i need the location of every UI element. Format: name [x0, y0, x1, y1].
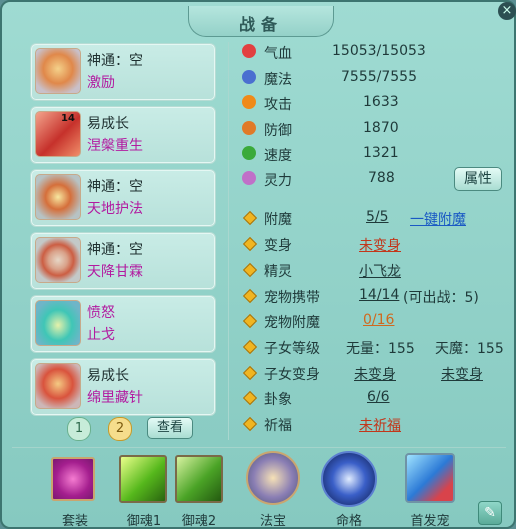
skill-card[interactable]: 神通：空 天地护法: [30, 169, 216, 227]
attributes-button[interactable]: 属性: [454, 167, 502, 191]
skill-line2: 止戈: [87, 327, 115, 343]
skill-card[interactable]: 神通：空 激励: [30, 43, 216, 101]
runner-icon[interactable]: [119, 455, 167, 503]
item-name: 祈福: [264, 418, 292, 434]
skill-card[interactable]: 愤怒 止戈: [30, 295, 216, 353]
diamond-icon: [242, 236, 258, 252]
item-name: 宠物携带: [264, 290, 320, 306]
skill-line1: 神通：空: [87, 53, 143, 69]
item-name: 附魔: [264, 212, 292, 228]
jade-ring-icon: [35, 300, 81, 346]
bottom-label: 首发宠: [410, 514, 450, 529]
divider: [12, 447, 506, 448]
divider: [228, 42, 229, 440]
item-value: 天魔：155: [435, 341, 504, 357]
equipment-panel: 战备 × 神通：空 激励 14 易成长 涅槃重生 神通：空 天地护法 神通：空 …: [0, 0, 516, 529]
rain-ring-icon: [35, 237, 81, 283]
title-bar: 战备: [188, 6, 334, 37]
stat-value: 1321: [363, 145, 399, 161]
diamond-icon: [242, 339, 258, 355]
diamond-icon: [242, 288, 258, 304]
shield-icon: [242, 121, 256, 135]
speed-icon: [242, 146, 256, 160]
item-name: 变身: [264, 238, 292, 254]
panel-title: 战备: [238, 15, 283, 34]
one-click-enchant-link[interactable]: 一键附魔: [410, 209, 466, 229]
skill-line1: 易成长: [87, 116, 129, 132]
skill-line1: 神通：空: [87, 179, 143, 195]
stat-value: 1633: [363, 94, 399, 110]
item-value: 无量：155: [346, 341, 415, 357]
stat-value: 7555/7555: [341, 69, 417, 85]
edit-icon[interactable]: ✎: [478, 501, 502, 525]
stat-name: 魔法: [264, 72, 292, 88]
skill-line1: 愤怒: [87, 305, 115, 321]
diamond-icon: [242, 313, 258, 329]
stat-value: 788: [368, 170, 395, 186]
stat-name: 速度: [264, 148, 292, 164]
skill-line2: 天降甘霖: [87, 264, 143, 280]
blessing-link[interactable]: 未祈福: [359, 415, 401, 435]
view-button[interactable]: 查看: [147, 417, 193, 439]
item-name: 宠物附魔: [264, 315, 320, 331]
mana-icon: [242, 70, 256, 84]
pet-head-icon[interactable]: [405, 453, 455, 503]
diamond-icon: [242, 262, 258, 278]
stat-value: 15053/15053: [332, 43, 426, 59]
bird-icon[interactable]: [175, 455, 223, 503]
skill-card[interactable]: 14 易成长 涅槃重生: [30, 106, 216, 164]
diamond-icon: [242, 210, 258, 226]
stat-name: 攻击: [264, 97, 292, 113]
bottom-label: 法宝: [259, 514, 286, 529]
diamond-icon: [242, 390, 258, 406]
stat-value: 1870: [363, 120, 399, 136]
flame-emblem-icon: [35, 48, 81, 94]
trigram-link[interactable]: 6/6: [367, 389, 390, 405]
close-icon[interactable]: ×: [498, 2, 516, 20]
item-name: 子女等级: [264, 341, 320, 357]
skill-card[interactable]: 神通：空 天降甘霖: [30, 232, 216, 290]
diamond-icon: [242, 365, 258, 381]
skill-level-badge: 14: [61, 113, 75, 124]
item-name: 子女变身: [264, 367, 320, 383]
skill-line2: 天地护法: [87, 201, 143, 217]
stat-name: 防御: [264, 123, 292, 139]
child-transform-link[interactable]: 未变身: [441, 364, 483, 384]
skill-line1: 易成长: [87, 368, 129, 384]
page-2-button[interactable]: 2: [108, 417, 132, 441]
skill-line2: 涅槃重生: [87, 138, 143, 154]
stat-name: 灵力: [264, 173, 292, 189]
skill-list: 神通：空 激励 14 易成长 涅槃重生 神通：空 天地护法 神通：空 天降甘霖 …: [24, 38, 222, 416]
child-transform-link[interactable]: 未变身: [354, 364, 396, 384]
armor-icon: [35, 363, 81, 409]
guardian-emblem-icon: [35, 174, 81, 220]
attack-icon: [242, 95, 256, 109]
pet-enchant-link[interactable]: 0/16: [363, 312, 394, 328]
treasure-ring-icon[interactable]: [246, 451, 300, 505]
page-1-button[interactable]: 1: [67, 417, 91, 441]
spirit-icon: [242, 171, 256, 185]
heart-icon: [242, 44, 256, 58]
diamond-icon: [242, 416, 258, 432]
bottom-label: 命格: [335, 514, 362, 529]
heart-frame-icon[interactable]: [51, 457, 95, 501]
fate-ghost-icon[interactable]: [321, 451, 377, 507]
sprite-link[interactable]: 小飞龙: [359, 261, 401, 281]
skill-line1: 神通：空: [87, 242, 143, 258]
item-value: 5/5: [366, 209, 389, 225]
transform-link[interactable]: 未变身: [359, 235, 401, 255]
pet-carry-link[interactable]: 14/14: [359, 287, 399, 303]
stat-name: 气血: [264, 46, 292, 62]
bottom-label: 套装: [61, 514, 88, 529]
item-name: 精灵: [264, 264, 292, 280]
pet-battle-count: (可出战：5): [403, 290, 479, 306]
skill-card[interactable]: 易成长 绵里藏针: [30, 358, 216, 416]
item-name: 卦象: [264, 392, 292, 408]
skill-line2: 激励: [87, 75, 115, 91]
skill-line2: 绵里藏针: [87, 390, 143, 406]
bottom-label: 御魂2: [181, 514, 217, 529]
